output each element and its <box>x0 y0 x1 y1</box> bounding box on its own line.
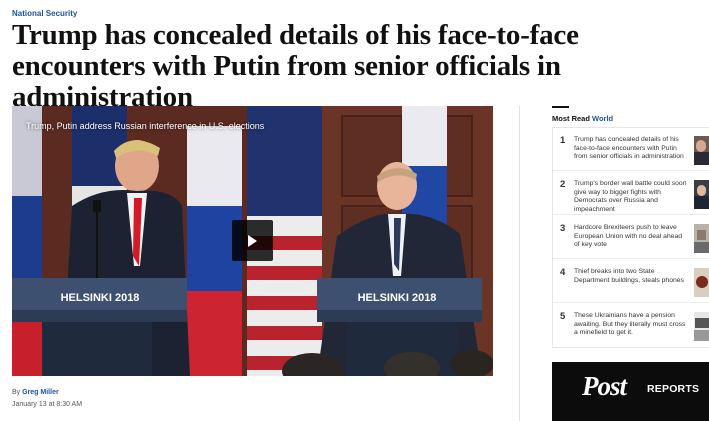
author-link[interactable]: Greg Miller <box>22 389 59 396</box>
item-number: 5 <box>560 311 566 322</box>
byline: By Greg Miller <box>12 389 59 396</box>
most-read-section-link[interactable]: World <box>592 114 613 123</box>
most-read-title: Most Read <box>552 114 590 123</box>
publish-date: January 13 at 8:30 AM <box>12 401 83 408</box>
item-thumbnail[interactable] <box>694 224 709 253</box>
byline-prefix: By <box>12 389 21 396</box>
most-read-heading: Most Read World <box>552 114 613 123</box>
item-thumbnail[interactable] <box>694 180 709 209</box>
most-read-list: 1 Trump has concealed details of his fac… <box>552 127 709 348</box>
article-kicker[interactable]: National Security <box>12 9 77 18</box>
ad-product-label: REPORTS <box>647 383 700 395</box>
most-read-item[interactable]: 5 These Ukrainians have a pension awaiti… <box>553 304 709 347</box>
item-headline[interactable]: Thief breaks into two State Department b… <box>574 268 689 285</box>
most-read-item[interactable]: 2 Trump's border wall battle could soon … <box>553 172 709 215</box>
podium-label-right: HELSINKI 2018 <box>358 292 437 304</box>
podium-label-left: HELSINKI 2018 <box>61 292 140 304</box>
item-headline[interactable]: These Ukrainians have a pension awaiting… <box>574 312 689 338</box>
item-headline[interactable]: Hardcore Brexiteers push to leave Europe… <box>574 224 689 250</box>
item-number: 2 <box>560 179 566 190</box>
post-reports-ad[interactable]: Post REPORTS <box>552 362 709 421</box>
item-thumbnail[interactable] <box>694 312 709 341</box>
item-thumbnail[interactable] <box>694 136 709 165</box>
item-number: 4 <box>560 267 566 278</box>
most-read-rule <box>552 106 569 108</box>
item-headline[interactable]: Trump's border wall battle could soon gi… <box>574 180 689 215</box>
ad-brand-logo: Post <box>582 371 627 401</box>
item-number: 1 <box>560 135 566 146</box>
most-read-item[interactable]: 4 Thief breaks into two State Department… <box>553 260 709 303</box>
column-divider <box>519 106 520 421</box>
video-caption: Trump, Putin address Russian interferenc… <box>26 121 265 131</box>
most-read-item[interactable]: 3 Hardcore Brexiteers push to leave Euro… <box>553 216 709 259</box>
most-read-item[interactable]: 1 Trump has concealed details of his fac… <box>553 128 709 171</box>
item-number: 3 <box>560 223 566 234</box>
item-headline[interactable]: Trump has concealed details of his face-… <box>574 136 689 162</box>
item-thumbnail[interactable] <box>694 268 709 297</box>
play-button[interactable] <box>232 220 273 261</box>
video-player[interactable]: HELSINKI 2018 HELSINKI 2018 Trump, Putin… <box>12 106 493 376</box>
article-headline: Trump has concealed details of his face-… <box>12 19 579 113</box>
